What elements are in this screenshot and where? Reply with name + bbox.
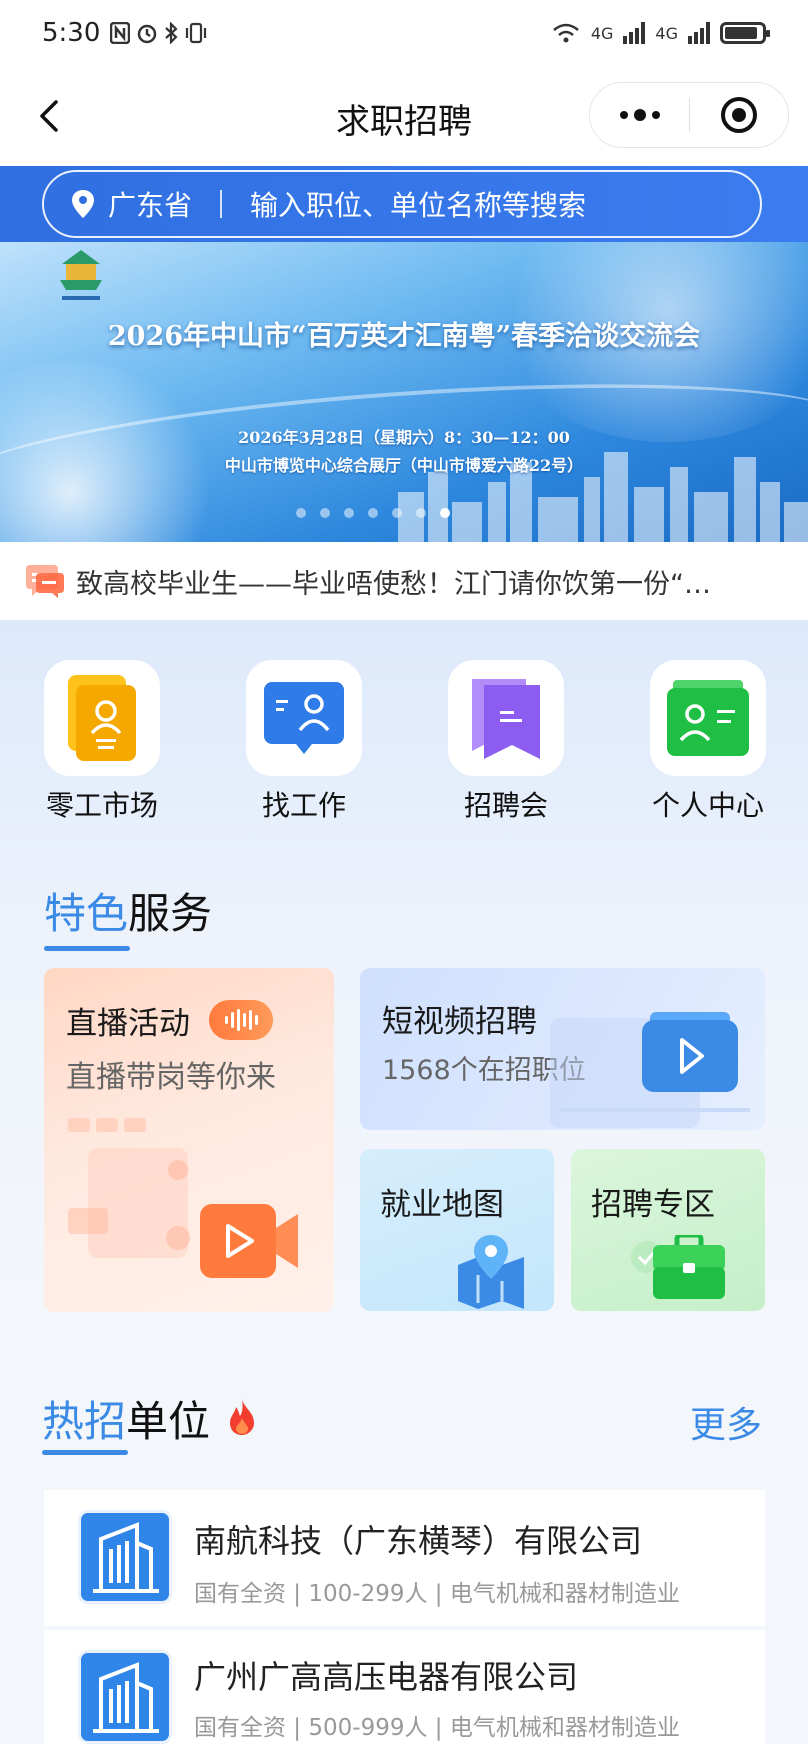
wifi-icon	[553, 23, 579, 43]
company-list-item[interactable]: 广州广高高压电器有限公司 国有全资 | 500-999人 | 电气机械和器材制造…	[44, 1630, 765, 1744]
carousel-dot[interactable]	[296, 508, 306, 518]
play-video-icon	[642, 1012, 738, 1092]
odd-job-market-icon	[68, 675, 136, 761]
carousel-dot[interactable]	[344, 508, 354, 518]
section-title-highlight: 热招	[42, 1397, 127, 1446]
banner-title: 2026年中山市“百万英才汇南粤”春季洽谈交流会	[107, 321, 701, 352]
more-dot-icon	[651, 111, 660, 119]
quick-entry-label: 找工作	[261, 789, 346, 822]
status-left: 5:30	[42, 18, 208, 48]
section-underline	[44, 946, 130, 951]
network-type-2: 4G	[655, 23, 678, 43]
quick-entry-icon-box	[650, 660, 766, 776]
carousel-dot[interactable]	[392, 508, 402, 518]
status-time: 5:30	[42, 18, 101, 48]
recruit-zone-card[interactable]: 招聘专区	[571, 1149, 765, 1311]
quick-entry-grid: 零工市场 找工作 招聘会 个人中心	[0, 660, 808, 822]
signal-icon-2	[688, 22, 710, 44]
live-card-title: 直播活动	[66, 1006, 190, 1042]
close-mini-program-button[interactable]	[690, 82, 788, 148]
search-bar[interactable]: 广东省 输入职位、单位名称等搜索	[42, 170, 762, 238]
status-right: 4G 4G	[551, 21, 770, 45]
carousel-dot[interactable]	[440, 508, 450, 518]
mini-program-capsule	[589, 82, 789, 148]
quick-entry-odd-job-market[interactable]: 零工市场	[22, 660, 182, 824]
quick-entry-icon-box	[246, 660, 362, 776]
quick-entry-icon-box	[44, 660, 160, 776]
company-building-icon	[78, 1510, 172, 1604]
company-list-item[interactable]: 南航科技（广东横琴）有限公司 国有全资 | 100-299人 | 电气机械和器材…	[44, 1490, 765, 1626]
notice-bar[interactable]: 致高校毕业生——毕业唔使愁！江门请你饮第一份“…	[0, 542, 808, 620]
location-selector[interactable]: 广东省	[108, 184, 192, 224]
city-skyline-graphic	[398, 452, 808, 542]
personal-center-icon	[667, 680, 749, 756]
event-logo	[60, 250, 102, 300]
status-notification-icons	[110, 22, 208, 44]
fire-icon	[230, 1399, 254, 1435]
target-icon	[720, 97, 757, 133]
signal-icon-1	[623, 22, 646, 44]
map-card-title: 就业地图	[380, 1187, 504, 1223]
carousel-dot[interactable]	[368, 508, 378, 518]
nfc-icon	[110, 22, 131, 44]
vibrate-icon	[186, 22, 207, 44]
message-icon	[26, 565, 64, 598]
quick-entry-label: 招聘会	[463, 789, 548, 822]
company-building-icon	[78, 1650, 172, 1744]
video-camera-icon	[200, 1204, 298, 1278]
section-title-rest: 单位	[126, 1397, 211, 1446]
quick-entry-personal-center[interactable]: 个人中心	[628, 660, 788, 824]
status-bar: 5:30 4G 4G	[0, 0, 808, 66]
briefcase-icon	[653, 1235, 725, 1299]
more-hot-units-link[interactable]: 更多	[690, 1396, 762, 1448]
more-dot-icon	[633, 109, 646, 121]
quick-entry-job-fair[interactable]: 招聘会	[426, 660, 586, 824]
banner-carousel[interactable]: 2026年中山市“百万英才汇南粤”春季洽谈交流会 2026年3月28日（星期六）…	[0, 242, 808, 542]
battery-icon	[720, 22, 770, 44]
live-background-graphic	[68, 1118, 190, 1258]
find-job-icon	[264, 682, 344, 754]
video-card-title: 短视频招聘	[382, 1004, 537, 1040]
map-pin-icon	[458, 1235, 524, 1309]
search-strip: 广东省 输入职位、单位名称等搜索	[0, 166, 808, 242]
quick-entry-label: 个人中心	[651, 789, 764, 822]
banner-date: 2026年3月28日（星期六）8：30—12：00	[238, 428, 570, 447]
featured-services-title: 特色服务	[44, 880, 212, 941]
section-title-rest: 服务	[128, 889, 213, 938]
title-bar: 求职招聘	[0, 66, 808, 166]
live-activity-card[interactable]: 直播活动 直播带岗等你来	[44, 968, 334, 1312]
company-name: 南航科技（广东横琴）有限公司	[194, 1522, 643, 1560]
zone-card-title: 招聘专区	[591, 1187, 715, 1223]
bluetooth-icon	[165, 22, 178, 44]
more-options-button[interactable]	[590, 82, 689, 148]
carousel-dot[interactable]	[320, 508, 330, 518]
section-title-highlight: 特色	[44, 889, 129, 938]
live-audio-badge	[209, 1000, 273, 1040]
carousel-indicator	[296, 508, 450, 518]
search-input[interactable]: 输入职位、单位名称等搜索	[250, 184, 586, 224]
company-meta: 国有全资 | 500-999人 | 电气机械和器材制造业	[194, 1715, 680, 1741]
carousel-dot[interactable]	[416, 508, 426, 518]
alarm-icon	[138, 24, 157, 44]
company-name: 广州广高高压电器有限公司	[194, 1658, 579, 1696]
short-video-recruit-card[interactable]: 短视频招聘 1568个在招职位	[360, 968, 765, 1130]
company-meta: 国有全资 | 100-299人 | 电气机械和器材制造业	[194, 1581, 680, 1607]
live-card-subtitle: 直播带岗等你来	[66, 1060, 276, 1095]
job-fair-icon	[472, 679, 540, 759]
banner-venue: 中山市博览中心综合展厅（中山市博爱六路22号）	[224, 456, 584, 475]
notice-text: 致高校毕业生——毕业唔使愁！江门请你饮第一份“…	[76, 568, 711, 600]
employment-map-card[interactable]: 就业地图	[360, 1149, 554, 1311]
location-pin-icon	[72, 190, 94, 218]
network-type-1: 4G	[590, 23, 614, 43]
quick-entry-label: 零工市场	[45, 789, 158, 822]
section-underline	[42, 1450, 128, 1455]
search-separator	[220, 190, 223, 218]
hot-units-title: 热招单位	[42, 1388, 210, 1449]
more-dot-icon	[619, 111, 628, 119]
quick-entry-find-job[interactable]: 找工作	[224, 660, 384, 824]
quick-entry-icon-box	[448, 660, 564, 776]
